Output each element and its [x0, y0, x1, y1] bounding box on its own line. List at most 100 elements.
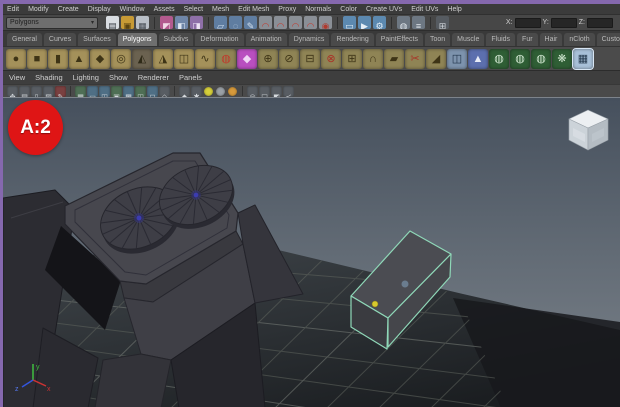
plugin-shapes-icon[interactable]: ◩ [271, 85, 282, 97]
snap-to-point-icon[interactable]: ◠ [289, 16, 302, 29]
poly-soccer-ball-icon[interactable]: ◍ [216, 48, 236, 69]
poly-append-icon[interactable]: ▰ [384, 48, 404, 69]
menu-set-selector[interactable]: Polygons ▾ [6, 16, 98, 29]
subdiv-proxy-icon[interactable]: ◍ [531, 48, 551, 69]
mirror-geometry-icon[interactable]: ◫ [447, 48, 467, 69]
select-hierarchy-icon[interactable]: ◩ [160, 16, 173, 29]
menu-item[interactable]: Assets [154, 6, 175, 13]
poly-cube-icon[interactable]: ■ [27, 48, 47, 69]
viewport-scene[interactable]: y x z [3, 98, 620, 407]
tab-fur[interactable]: Fur [517, 33, 538, 46]
poly-cut-icon[interactable]: ✂ [405, 48, 425, 69]
vertex-handle[interactable] [371, 300, 379, 308]
camera-attributes-icon[interactable]: ▤ [19, 85, 30, 97]
tab-dynamics[interactable]: Dynamics [288, 33, 330, 46]
menu-item[interactable]: Create [58, 6, 79, 13]
sculpt-icon[interactable]: ◍ [397, 16, 410, 29]
poly-combine-icon[interactable]: ⊕ [258, 48, 278, 69]
film-gate-icon[interactable]: ▭ [87, 85, 98, 97]
tab-fluids[interactable]: Fluids [486, 33, 516, 46]
poly-torus-icon[interactable]: ◎ [111, 48, 131, 69]
counter-display-icon[interactable]: ≡ [412, 16, 425, 29]
pan-zoom-icon[interactable]: ✥ [7, 85, 18, 97]
menu-item[interactable]: Select [184, 6, 203, 13]
select-lasso-icon[interactable]: ◌ [229, 16, 242, 29]
isolate-select-icon[interactable]: ◎ [247, 85, 258, 97]
select-component-icon[interactable]: ◨ [190, 16, 203, 29]
menu-item[interactable]: Normals [305, 6, 331, 13]
panel-menu-item[interactable]: Shading [35, 73, 63, 82]
flat-lighting-icon[interactable] [216, 86, 225, 96]
platonic-solid-icon[interactable]: ◆ [237, 48, 257, 69]
make-live-icon[interactable]: ◉ [319, 16, 332, 29]
poly-merge-icon[interactable]: ⊞ [342, 48, 362, 69]
poly-extract-icon[interactable]: ⊟ [300, 48, 320, 69]
poly-prism-icon[interactable]: ◭ [132, 48, 152, 69]
poly-bevel-icon[interactable]: ◢ [426, 48, 446, 69]
panel-menu-item[interactable]: Lighting [73, 73, 99, 82]
menu-item[interactable]: Proxy [278, 6, 296, 13]
snap-to-plane-icon[interactable]: ◠ [304, 16, 317, 29]
save-scene-icon[interactable]: ▦ [136, 16, 149, 29]
coordinate-input[interactable] [587, 17, 613, 28]
panel-menu-item[interactable]: Show [109, 73, 128, 82]
absolute-transform-icon[interactable]: ⊞ [436, 16, 449, 29]
tab-toon[interactable]: Toon [424, 33, 451, 46]
poly-cone-icon[interactable]: ▲ [69, 48, 89, 69]
split-view-icon[interactable]: ≺ [283, 85, 294, 97]
tab-ncloth[interactable]: nCloth [564, 33, 595, 46]
wireframe-mode-icon[interactable]: ◇ [159, 85, 170, 97]
tab-subdivs[interactable]: Subdivs [158, 33, 194, 46]
menu-item[interactable]: Modify [28, 6, 49, 13]
coordinate-input[interactable] [550, 17, 577, 28]
menu-item[interactable]: Edit UVs [411, 6, 438, 13]
snap-to-grid-icon[interactable]: ◠ [259, 16, 272, 29]
tab-muscle[interactable]: Muscle [452, 33, 485, 46]
tab-painteffects[interactable]: PaintEffects [375, 33, 423, 46]
poly-sphere-icon[interactable]: ● [6, 48, 26, 69]
tab-animation[interactable]: Animation [245, 33, 287, 46]
menu-item[interactable]: Color [340, 6, 357, 13]
menu-item[interactable]: Help [447, 6, 461, 13]
tab-polygons[interactable]: Polygons [117, 33, 157, 46]
crease-tool-icon[interactable]: ❋ [552, 48, 572, 69]
shaded-mode-icon[interactable]: ◆ [179, 85, 190, 97]
tab-hair[interactable]: Hair [539, 33, 563, 46]
highlight-selection-icon[interactable]: ▱ [214, 16, 227, 29]
ipr-render-icon[interactable]: ▶ [358, 16, 371, 29]
grease-pencil-icon[interactable]: ✎ [55, 85, 66, 97]
poly-separate-icon[interactable]: ⊘ [279, 48, 299, 69]
tab-deformation[interactable]: Deformation [195, 33, 244, 46]
panel-menu-item[interactable]: View [9, 73, 25, 82]
poly-bridge-icon[interactable]: ∩ [363, 48, 383, 69]
menu-item[interactable]: Edit [7, 6, 19, 13]
safe-action-icon[interactable]: ◫ [135, 85, 146, 97]
menu-item[interactable]: Mesh [212, 6, 229, 13]
tab-custom[interactable]: Custom [596, 33, 620, 46]
sculpt-geometry-icon[interactable]: ▦ [572, 47, 594, 70]
textured-mode-icon[interactable]: ✱ [191, 85, 202, 97]
snap-to-curve-icon[interactable]: ◠ [274, 16, 287, 29]
tab-curves[interactable]: Curves [43, 33, 77, 46]
render-settings-icon[interactable]: ⚙ [373, 16, 386, 29]
gate-mask-icon[interactable]: ▣ [111, 85, 122, 97]
poly-boolean-icon[interactable]: ⊗ [321, 48, 341, 69]
panel-menu-item[interactable]: Renderer [138, 73, 169, 82]
poly-plane-icon[interactable]: ◆ [90, 48, 110, 69]
menu-item[interactable]: Create UVs [366, 6, 402, 13]
coordinate-input[interactable] [514, 17, 541, 28]
menu-item[interactable]: Edit Mesh [238, 6, 269, 13]
select-object-icon[interactable]: ◧ [175, 16, 188, 29]
new-scene-icon[interactable]: ▤ [106, 16, 119, 29]
perspective-viewport[interactable]: y x z A:2 [3, 97, 620, 407]
menu-item[interactable]: Window [120, 6, 145, 13]
smooth-mesh-icon[interactable]: ◍ [510, 48, 530, 69]
field-chart-icon[interactable]: ▩ [123, 85, 134, 97]
image-plane-icon[interactable]: ▨ [43, 85, 54, 97]
select-paint-icon[interactable]: ✎ [244, 16, 257, 29]
open-scene-icon[interactable]: ▣ [121, 16, 134, 29]
menu-item[interactable]: Display [88, 6, 111, 13]
poly-pipe-icon[interactable]: ◫ [174, 48, 194, 69]
bookmark-icon[interactable]: ▯ [31, 85, 42, 97]
resolution-gate-icon[interactable]: ◳ [99, 85, 110, 97]
